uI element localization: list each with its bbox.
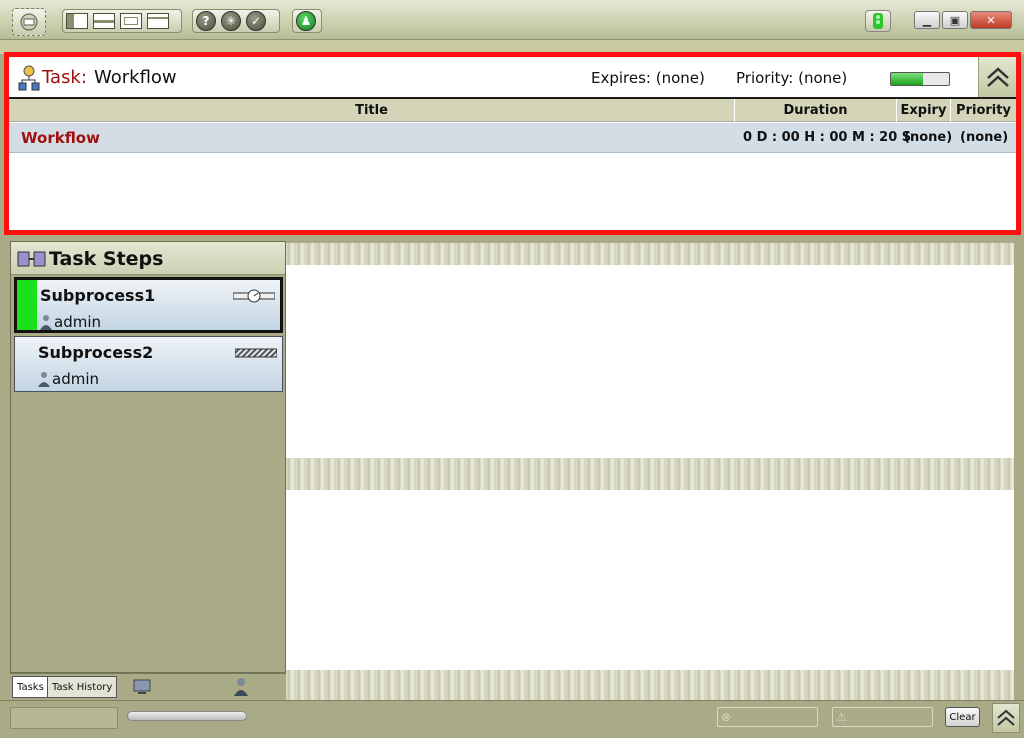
collapse-task-button[interactable] (978, 57, 1016, 97)
canvas-footer-band (286, 670, 1014, 700)
table-row[interactable]: Workflow 0 D : 00 H : 00 M : 20 S (none)… (9, 123, 1016, 153)
priority-text: Priority: (none) (736, 69, 848, 87)
checklist-icon[interactable]: ✓ (246, 11, 266, 31)
step-assignee: admin (40, 313, 101, 331)
user-icon (40, 315, 52, 330)
canvas-divider-band (286, 458, 1014, 490)
layout-split-horizontal-icon[interactable] (93, 13, 115, 29)
left-tabs: Tasks Task History (10, 673, 286, 700)
step-user-name: admin (54, 313, 101, 331)
expires-text: Expires: (none) (591, 69, 705, 87)
chevron-up-icon (986, 67, 1009, 87)
tab-tasks[interactable]: Tasks (12, 676, 49, 698)
window-titlebar: ? ✳ ✓ ♟ ▁ ▣ ✕ (0, 0, 1024, 40)
maximize-button[interactable]: ▣ (942, 11, 968, 29)
step-status-bar (15, 337, 35, 391)
layout-single-icon[interactable] (120, 13, 142, 29)
layout-left-panel-icon[interactable] (66, 13, 88, 29)
row-priority: (none) (960, 130, 1009, 145)
task-panel: Task: Workflow Expires: (none) Priority:… (4, 52, 1021, 235)
globe-icon[interactable]: ✳ (221, 11, 241, 31)
task-workflow-icon (18, 65, 40, 91)
warning-filter-field[interactable]: ⚠ (832, 707, 933, 727)
status-progress-bar (127, 711, 247, 721)
column-priority[interactable]: Priority (951, 99, 1016, 122)
user-toolbar: ♟ (292, 9, 322, 33)
step-item-subprocess1[interactable]: Subprocess1 admin (14, 277, 283, 333)
step-name: Subprocess1 (40, 286, 156, 305)
step-user-name: admin (52, 370, 99, 388)
tab-task-history[interactable]: Task History (47, 676, 118, 698)
status-bar: ⊗ ⚠ Clear (0, 700, 1024, 738)
column-title[interactable]: Title (9, 99, 735, 122)
chevron-up-icon (997, 709, 1015, 726)
step-status-bar (17, 280, 37, 330)
minimize-button[interactable]: ▁ (914, 11, 940, 29)
help-icon[interactable]: ? (196, 11, 216, 31)
error-icon: ⊗ (721, 710, 732, 724)
task-name: Workflow (94, 67, 177, 88)
row-duration: 0 D : 00 H : 00 M : 20 S (743, 130, 912, 145)
status-slot (10, 707, 118, 729)
task-steps-title: Task Steps (49, 248, 164, 270)
row-title: Workflow (21, 129, 100, 147)
monitor-icon[interactable] (132, 678, 152, 696)
task-progress-fill (891, 73, 923, 85)
task-label: Task: (42, 67, 87, 88)
column-expiry[interactable]: Expiry (897, 99, 951, 122)
task-header: Task: Workflow Expires: (none) Priority:… (9, 57, 1016, 99)
layout-toolbar (62, 9, 182, 33)
app-icon (20, 13, 38, 31)
task-steps-icon (17, 251, 46, 267)
workflow-canvas[interactable] (286, 243, 1014, 700)
expand-statusbar-button[interactable] (992, 703, 1020, 733)
close-button[interactable]: ✕ (970, 11, 1012, 29)
task-steps-header: Task Steps (11, 242, 285, 275)
step-name: Subprocess2 (38, 343, 154, 362)
traffic-light-icon[interactable] (865, 10, 891, 32)
task-steps-panel: Task Steps Subprocess1 admin Subprocess2… (10, 241, 286, 673)
canvas-header-band (286, 243, 1014, 265)
step-item-subprocess2[interactable]: Subprocess2 admin (14, 336, 283, 392)
running-step-icon (233, 289, 275, 303)
column-duration[interactable]: Duration (735, 99, 897, 122)
help-toolbar: ? ✳ ✓ (192, 9, 280, 33)
layout-split-vertical-icon[interactable] (147, 13, 169, 29)
error-filter-field[interactable]: ⊗ (717, 707, 818, 727)
step-assignee: admin (38, 370, 99, 388)
user-icon[interactable] (234, 677, 248, 697)
pending-step-icon (235, 348, 277, 358)
user-icon (38, 372, 50, 387)
clear-button[interactable]: Clear (945, 707, 980, 727)
task-grid-header: Title Duration Expiry Priority (9, 99, 1016, 122)
app-menu-button[interactable] (12, 8, 46, 36)
task-progress-bar (890, 72, 950, 86)
row-expiry: (none) (904, 130, 953, 145)
warning-icon: ⚠ (836, 710, 847, 724)
user-status-icon[interactable]: ♟ (296, 11, 316, 31)
